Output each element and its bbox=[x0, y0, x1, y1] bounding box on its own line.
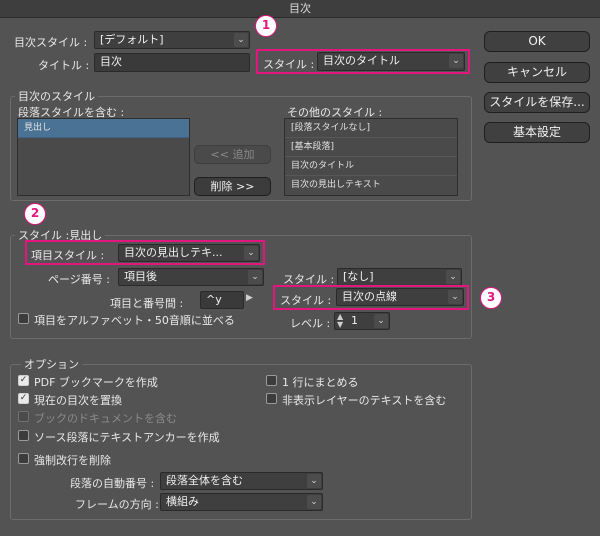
save-style-button[interactable]: スタイルを保存... bbox=[484, 92, 590, 113]
chevron-down-icon: ⌄ bbox=[248, 270, 262, 284]
other-style-item[interactable]: [段落スタイルなし] bbox=[285, 119, 457, 138]
chevron-down-icon: ⌄ bbox=[244, 246, 258, 260]
toc-styles-group-label: 目次のスタイル bbox=[15, 88, 98, 104]
hidden-layers-label: 非表示レイヤーのテキストを含む bbox=[282, 394, 447, 407]
between-input[interactable]: ^y bbox=[200, 291, 244, 309]
options-group-label: オプション bbox=[21, 356, 82, 372]
window-title-bar: 目次 bbox=[0, 0, 600, 18]
remove-breaks-label: 強制改行を削除 bbox=[34, 454, 111, 467]
level-value: 1 bbox=[351, 314, 358, 327]
sort-alphabetical-label: 項目をアルファベット・50音順に並べる bbox=[34, 314, 235, 327]
annotation-badge-3: 3 bbox=[480, 287, 502, 309]
frame-direction-value: 横組み bbox=[166, 495, 199, 508]
chevron-down-icon: ⌄ bbox=[307, 474, 321, 488]
page-number-label: ページ番号 : bbox=[48, 273, 110, 286]
chevron-down-icon: ⌄ bbox=[448, 290, 462, 304]
level-label: レベル : bbox=[290, 317, 331, 330]
cancel-button[interactable]: キャンセル bbox=[484, 62, 590, 83]
page-number-value: 項目後 bbox=[124, 270, 157, 283]
replace-toc-label: 現在の目次を置換 bbox=[34, 394, 122, 407]
title-input[interactable]: 目次 bbox=[94, 53, 250, 72]
run-in-checkbox[interactable] bbox=[266, 375, 277, 386]
between-style-label: スタイル : bbox=[280, 294, 332, 307]
hidden-layers-checkbox[interactable] bbox=[266, 393, 277, 404]
basic-settings-button[interactable]: 基本設定 bbox=[484, 122, 590, 143]
page-number-style-select[interactable]: [なし] ⌄ bbox=[337, 268, 462, 286]
sort-alphabetical-checkbox[interactable] bbox=[18, 313, 29, 324]
between-style-value: 目次の点線 bbox=[342, 290, 397, 303]
entry-style-select[interactable]: 目次の見出しテキ... ⌄ bbox=[118, 244, 260, 262]
remove-style-button[interactable]: 削除 >> bbox=[194, 177, 271, 196]
toc-style-value: [デフォルト] bbox=[100, 33, 164, 46]
include-book-checkbox[interactable] bbox=[18, 411, 29, 422]
create-anchor-checkbox[interactable] bbox=[18, 430, 29, 441]
title-style-label: スタイル : bbox=[263, 58, 315, 71]
annotation-badge-2: 2 bbox=[24, 203, 46, 225]
page-number-style-value: [なし] bbox=[343, 270, 374, 283]
title-label: タイトル : bbox=[38, 59, 90, 72]
included-style-item[interactable]: 見出し bbox=[18, 119, 189, 138]
title-style-value: 目次のタイトル bbox=[323, 54, 400, 67]
between-label: 項目と番号間 : bbox=[110, 297, 184, 310]
included-styles-list[interactable]: 見出し bbox=[17, 118, 190, 196]
chevron-down-icon: ⌄ bbox=[446, 270, 460, 284]
toc-style-select[interactable]: [デフォルト] ⌄ bbox=[94, 31, 250, 49]
numbered-paragraphs-value: 段落全体を含む bbox=[166, 474, 243, 487]
chevron-down-icon: ⌄ bbox=[234, 33, 248, 47]
between-style-select[interactable]: 目次の点線 ⌄ bbox=[336, 288, 464, 306]
pdf-bookmarks-label: PDF ブックマークを作成 bbox=[34, 376, 158, 389]
ok-button[interactable]: OK bbox=[484, 31, 590, 52]
add-style-button[interactable]: << 追加 bbox=[194, 145, 271, 164]
other-style-item[interactable]: 目次の見出しテキスト bbox=[285, 176, 457, 195]
annotation-badge-1: 1 bbox=[255, 15, 277, 37]
stepper-down-icon[interactable]: ▼ bbox=[337, 321, 343, 329]
other-styles-list[interactable]: [段落スタイルなし] [基本段落] 目次のタイトル 目次の見出しテキスト bbox=[284, 118, 458, 196]
create-anchor-label: ソース段落にテキストアンカーを作成 bbox=[34, 431, 220, 444]
title-style-select[interactable]: 目次のタイトル ⌄ bbox=[317, 52, 465, 71]
remove-breaks-checkbox[interactable] bbox=[18, 453, 29, 464]
pdf-bookmarks-checkbox[interactable]: ✓ bbox=[18, 375, 29, 386]
numbered-paragraphs-select[interactable]: 段落全体を含む ⌄ bbox=[160, 472, 323, 490]
caret-right-icon[interactable]: ▶ bbox=[246, 293, 253, 303]
frame-direction-label: フレームの方向 : bbox=[75, 498, 159, 511]
include-book-label: ブックのドキュメントを含む bbox=[34, 412, 177, 425]
run-in-label: 1 行にまとめる bbox=[282, 376, 359, 389]
chevron-down-icon: ⌄ bbox=[307, 495, 321, 509]
level-stepper[interactable]: ▲ ▼ 1 ⌄ bbox=[334, 312, 390, 330]
numbered-paragraphs-label: 段落の自動番号 : bbox=[70, 477, 155, 490]
chevron-down-icon: ⌄ bbox=[449, 54, 463, 68]
entry-style-label: 項目スタイル : bbox=[31, 249, 105, 262]
page-number-select[interactable]: 項目後 ⌄ bbox=[118, 268, 264, 286]
window-title: 目次 bbox=[289, 2, 311, 15]
frame-direction-select[interactable]: 横組み ⌄ bbox=[160, 493, 323, 511]
toc-style-label: 目次スタイル : bbox=[14, 36, 88, 49]
other-style-item[interactable]: 目次のタイトル bbox=[285, 157, 457, 176]
other-style-item[interactable]: [基本段落] bbox=[285, 138, 457, 157]
chevron-down-icon: ⌄ bbox=[374, 314, 388, 328]
replace-toc-checkbox[interactable]: ✓ bbox=[18, 393, 29, 404]
entry-style-value: 目次の見出しテキ... bbox=[124, 246, 223, 259]
